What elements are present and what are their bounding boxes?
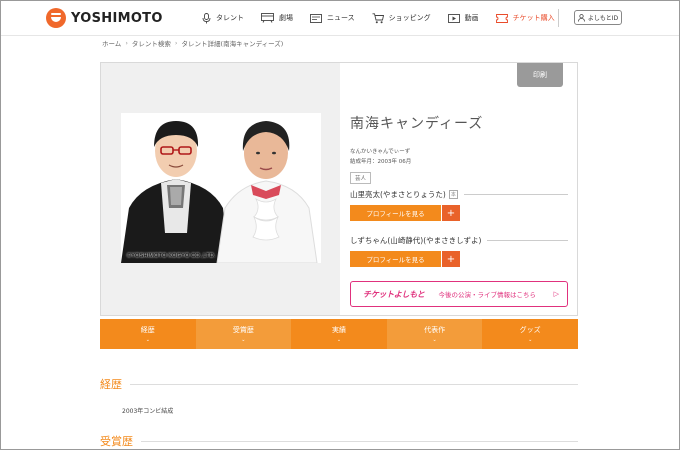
section-tabs: 経歴 ⌄ 受賞歴 ⌄ 実績 ⌄ 代表作 ⌄ グッズ ⌄ (100, 319, 578, 349)
video-icon (447, 13, 460, 23)
arrow-right-icon: ▷ (553, 290, 559, 298)
logo-text: YOSHIMOTO (71, 10, 163, 26)
nav-talent[interactable]: タレント (202, 11, 244, 25)
tab-goods[interactable]: グッズ ⌄ (482, 319, 578, 349)
talent-photo-illustration (121, 113, 321, 263)
section-divider (141, 440, 578, 442)
tab-label: 代表作 (424, 326, 446, 334)
nav-theater-label: 劇場 (279, 14, 293, 22)
chevron-down-icon: ⌄ (528, 337, 533, 343)
breadcrumb: ホーム › タレント検索 › タレント詳細(南海キャンディーズ) (102, 38, 283, 48)
plus-icon: + (442, 205, 460, 221)
nav-shopping[interactable]: ショッピング (372, 11, 431, 25)
logo-smile-icon (46, 8, 66, 28)
user-icon (577, 13, 585, 22)
nav-ticket-label: チケット購入 (512, 14, 555, 22)
profile-button-label: プロフィールを見る (350, 205, 441, 221)
tab-label: 実績 (331, 326, 346, 334)
career-heading: 経歴 (100, 378, 122, 391)
member-name: しずちゃん(山崎静代)(やまさきしずよ) (350, 236, 482, 245)
photo-area: ©YOSHIMOTO KOGYO CO.,LTD. (101, 63, 340, 315)
ticket-yoshimoto-logo: チケットよしもと (363, 289, 425, 299)
main-nav: タレント 劇場 ニュース ショッピング 動画 チケット購入 (202, 11, 572, 25)
member-divider (487, 240, 568, 241)
category-tag[interactable]: 芸人 (350, 172, 372, 184)
section-divider (130, 383, 578, 385)
breadcrumb-current: タレント詳細(南海キャンディーズ) (181, 40, 284, 48)
member-divider (463, 194, 568, 195)
site-header: YOSHIMOTO タレント 劇場 ニュース ショッピング 動画 チケット購入 (0, 0, 680, 36)
tab-career[interactable]: 経歴 ⌄ (100, 319, 196, 349)
breadcrumb-home[interactable]: ホーム (102, 38, 121, 48)
awards-heading: 受賞歴 (100, 435, 133, 448)
breadcrumb-chevron-icon: › (174, 39, 178, 47)
ticket-icon (495, 13, 508, 23)
member-row: 山里亮太(やまさとりょうた) 本 (350, 189, 568, 200)
nav-video[interactable]: 動画 (447, 11, 479, 25)
profile-panel: ©YOSHIMOTO KOGYO CO.,LTD. 印刷 南海キャンディーズ な… (100, 62, 578, 316)
awards-section-title: 受賞歴 (100, 433, 578, 449)
photo-copyright: ©YOSHIMOTO KOGYO CO.,LTD. (127, 253, 216, 259)
ticket-yoshimoto-banner[interactable]: チケットよしもと 今後の公演・ライブ情報はこちら ▷ (350, 281, 568, 307)
nav-shopping-label: ショッピング (388, 14, 431, 22)
print-button[interactable]: 印刷 (517, 63, 563, 87)
chevron-down-icon: ⌄ (145, 337, 150, 343)
tab-awards[interactable]: 受賞歴 ⌄ (195, 319, 292, 349)
nav-news-label: ニュース (327, 14, 355, 22)
nav-video-label: 動画 (464, 14, 479, 22)
member-name: 山里亮太(やまさとりょうた) (350, 190, 446, 199)
yoshimoto-id-button[interactable]: よしもとID (574, 10, 622, 25)
chevron-down-icon: ⌄ (241, 337, 246, 343)
tab-label: 経歴 (140, 326, 155, 334)
career-section-title: 経歴 (100, 376, 578, 392)
member-badge: 本 (448, 190, 458, 199)
nav-theater[interactable]: 劇場 (261, 11, 293, 25)
cart-icon (372, 12, 384, 23)
talent-kana: なんかいきゃんでぃーず (350, 149, 411, 155)
formed-date: 結成年月：2003年 06月 (350, 159, 412, 165)
news-icon (310, 13, 322, 23)
nav-ticket[interactable]: チケット購入 (495, 11, 555, 25)
nav-news[interactable]: ニュース (310, 11, 355, 25)
member-profile-button[interactable]: プロフィールを見る + (350, 251, 460, 267)
breadcrumb-talent-search[interactable]: タレント検索 (132, 38, 171, 48)
plus-icon: + (442, 251, 460, 267)
profile-button-label: プロフィールを見る (350, 251, 441, 267)
talent-name: 南海キャンディーズ (350, 116, 484, 132)
microphone-icon (202, 12, 211, 23)
tab-label: 受賞歴 (232, 326, 254, 334)
tab-achievements[interactable]: 実績 ⌄ (291, 319, 387, 349)
theater-icon (261, 13, 274, 23)
tab-label: グッズ (519, 326, 541, 334)
ticket-banner-text: 今後の公演・ライブ情報はこちら (438, 291, 536, 299)
tab-works[interactable]: 代表作 ⌄ (386, 319, 483, 349)
member-row: しずちゃん(山崎静代)(やまさきしずよ) (350, 235, 568, 246)
talent-photo: ©YOSHIMOTO KOGYO CO.,LTD. (121, 113, 321, 263)
breadcrumb-chevron-icon: › (125, 39, 128, 47)
chevron-down-icon: ⌄ (432, 337, 437, 343)
yoshimoto-logo[interactable]: YOSHIMOTO (46, 8, 163, 28)
chevron-down-icon: ⌄ (336, 337, 342, 343)
career-text: 2003年コンビ結成 (122, 408, 174, 415)
yoshimoto-id-label: よしもとID (587, 15, 619, 22)
profile-info: 南海キャンディーズ なんかいきゃんでぃーず 結成年月：2003年 06月 芸人 … (350, 113, 568, 307)
member-profile-button[interactable]: プロフィールを見る + (350, 205, 460, 221)
nav-divider (558, 9, 559, 27)
nav-talent-label: タレント (216, 14, 244, 22)
